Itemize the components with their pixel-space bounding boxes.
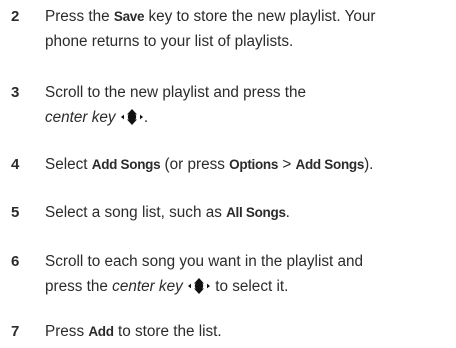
step-line: Select a song list, such as All Songs. — [45, 201, 450, 226]
text-run: Press the — [45, 8, 114, 25]
step-text: Select a song list, such as All Songs. — [45, 201, 450, 226]
step-line: Press Add to store the list. — [45, 320, 450, 345]
text-run: key to store the new playlist. Your — [144, 8, 376, 25]
step-line: press the center key to select it. — [45, 275, 450, 303]
text-run: > — [278, 156, 296, 173]
text-run: Select — [45, 156, 92, 173]
instruction-page: 2 Press the Save key to store the new pl… — [0, 0, 456, 348]
text-run: ). — [364, 156, 374, 173]
text-run: . — [285, 204, 290, 221]
step-text: Select Add Songs (or press Options > Add… — [45, 153, 450, 178]
add-key-label: Add — [88, 324, 114, 339]
text-run: Press — [45, 323, 89, 340]
step-line: Press the Save key to store the new play… — [45, 5, 450, 30]
step-number: 3 — [11, 84, 20, 101]
center-key-label: center key — [45, 108, 116, 126]
step-text: Scroll to each song you want in the play… — [45, 250, 450, 302]
text-run: (or press — [160, 156, 230, 173]
nav-center-key-icon — [188, 277, 210, 303]
step-line: phone returns to your list of playlists. — [45, 32, 294, 50]
step-line: Select Add Songs (or press Options > Add… — [45, 153, 450, 178]
text-run: to select it. — [211, 277, 289, 295]
step-text: Press Add to store the list. — [45, 320, 450, 345]
text-run: . — [143, 108, 149, 126]
step-number: 6 — [11, 253, 20, 270]
center-key-label: center key — [112, 277, 183, 295]
step-line: Scroll to each song you want in the play… — [45, 253, 364, 270]
step-text: Scroll to the new playlist and press the… — [45, 81, 450, 133]
step-number: 5 — [11, 204, 20, 221]
step-number: 7 — [11, 323, 20, 340]
add-songs-key-label: Add Songs — [295, 157, 365, 172]
step-number: 2 — [11, 8, 20, 25]
options-key-label: Options — [229, 157, 279, 172]
text-run: to store the list. — [113, 323, 222, 340]
add-songs-key-label: Add Songs — [91, 157, 161, 172]
all-songs-key-label: All Songs — [226, 205, 286, 220]
step-line: center key . — [45, 106, 450, 134]
nav-center-key-icon — [120, 108, 143, 134]
step-line: Scroll to the new playlist and press the — [45, 84, 307, 101]
save-key-label: Save — [113, 9, 145, 24]
step-number: 4 — [11, 156, 20, 173]
text-run: Select a song list, such as — [45, 204, 227, 221]
step-text: Press the Save key to store the new play… — [45, 5, 450, 54]
text-run: press the — [45, 277, 113, 295]
